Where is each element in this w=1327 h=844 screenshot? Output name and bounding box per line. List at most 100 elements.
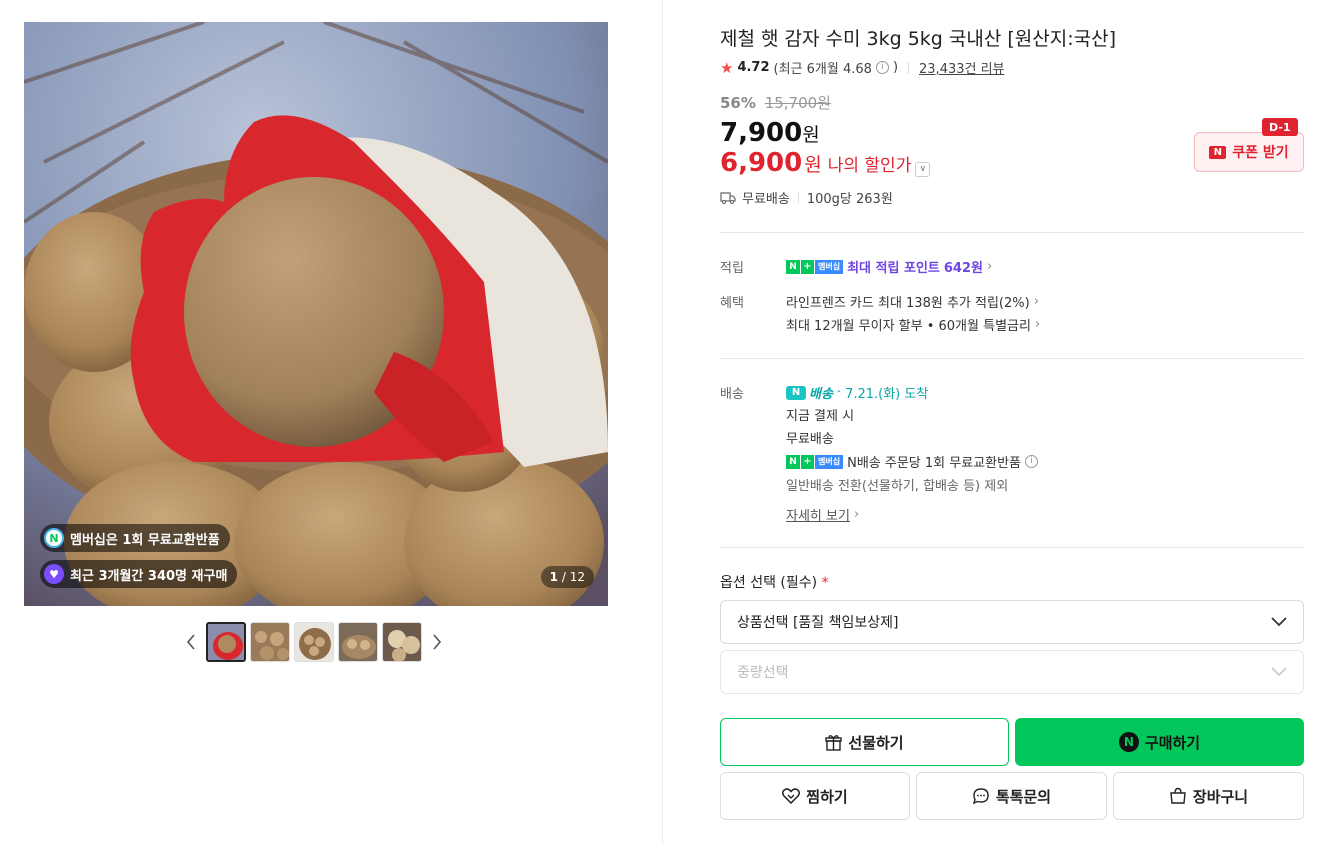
talk-button[interactable]: 톡톡문의 [916,772,1107,820]
chevron-left-icon [186,634,195,650]
info-icon[interactable]: i [1025,455,1039,468]
gift-icon [825,734,843,751]
details-link-text: 자세히 보기 [786,509,850,524]
cart-button[interactable]: 장바구니 [1113,772,1304,820]
chevron-right-icon [433,634,442,650]
product-select[interactable]: 상품선택 [품질 책임보상제] [720,600,1304,644]
info-icon[interactable]: i [875,61,889,74]
product-select-value: 상품선택 [품질 책임보상제] [737,615,899,631]
n-delivery-logo: N 배송 [786,383,833,402]
discount-percent: 56% [720,94,756,112]
divider [908,61,910,74]
installment-text: 최대 12개월 무이자 할부 • 60개월 특별금리 [786,319,1031,334]
thumbnail-5[interactable] [382,622,422,662]
thumbnail-3[interactable] [294,622,334,662]
dday-badge: D-1 [1262,118,1298,136]
star-icon: ★ [720,58,734,77]
weight-select-placeholder: 중량선택 [737,665,789,681]
option-label: 옵션 선택 (필수) * [720,572,829,592]
buy-button-label: 구매하기 [1144,733,1201,752]
sale-price: 7,900원 [720,118,820,148]
n-delivery-icon: N [786,385,806,400]
n-pay-icon: N [1118,732,1139,752]
sale-price-value: 7,900 [720,118,803,148]
card-benefit-row[interactable]: 라인프렌즈 카드 최대 138원 추가 적립(2%) › [786,292,1039,311]
membership-badge-text: 멤버십은 1회 무료교환반품 [70,532,220,548]
coupon-button[interactable]: N 쿠폰 받기 [1194,132,1304,172]
n-membership-icon: N [44,528,64,548]
recent-rating-close: ) [892,60,899,75]
repurchase-badge: ♥ 최근 3개월간 340명 재구매 [40,560,238,588]
coupon-label: 쿠폰 받기 [1232,145,1289,161]
section-divider [720,547,1304,548]
benefit-label: 혜택 [720,296,744,311]
image-counter-current: 1 [549,570,559,584]
points-value: 642원 [943,261,983,276]
delivery-dot: · [836,385,842,400]
my-discount-price[interactable]: 6,900 원 나의 할인가 ∨ [720,148,931,178]
card-benefit-text: 라인프렌즈 카드 최대 138원 추가 적립(2%) [786,296,1030,311]
delivery-line-2: 무료배송 [786,432,834,447]
membership-icon: N + 멤버십 [786,259,844,274]
buy-button[interactable]: N 구매하기 [1015,718,1304,766]
bag-icon [1170,787,1186,804]
delivery-label: 배송 [720,387,744,402]
talk-button-label: 톡톡문의 [995,787,1052,806]
gift-button-label: 선물하기 [848,733,904,752]
thumbnail-2[interactable] [250,622,290,662]
rating-score: 4.72 [737,60,770,75]
exchange-row: N + 멤버십 N배송 주문당 1회 무료교환반품 i [786,452,1039,471]
delivery-details-link[interactable]: 자세히 보기 › [786,505,859,524]
repurchase-badge-text: 최근 3개월간 340명 재구매 [70,568,228,584]
bag-icon: ♥ [44,564,64,584]
thumbnail-4[interactable] [338,622,378,662]
installment-row[interactable]: 최대 12개월 무이자 할부 • 60개월 특별금리 › [786,315,1040,334]
rating-row: ★ 4.72 (최근 6개월 4.68 i ) 23,433건 리뷰 [720,58,1005,78]
delivery-arrival-row: N 배송 · 7.21.(화) 도착 [786,383,928,402]
chat-icon [972,788,989,805]
main-product-image[interactable]: N 멤버십은 1회 무료교환반품 ♥ 최근 3개월간 340명 재구매 1 / … [24,22,608,606]
chevron-down-icon [1271,617,1287,627]
delivery-line-1: 지금 결제 시 [786,409,855,424]
shipping-summary: 무료배송 100g당 263원 [720,188,893,207]
free-shipping-text: 무료배송 [742,192,790,207]
my-price-value: 6,900 [720,148,803,178]
membership-badge: N 멤버십은 1회 무료교환반품 [40,524,230,552]
section-divider [720,358,1304,359]
sale-price-unit: 원 [802,124,820,146]
thumbnail-1[interactable] [206,622,246,662]
weight-select[interactable]: 중량선택 [720,650,1304,694]
points-label: 적립 [720,261,744,276]
exchange-text: N배송 주문당 1회 무료교환반품 [847,456,1022,471]
product-title: 제철 햇 감자 수미 3kg 5kg 국내산 [원산지:국산] [720,28,1117,50]
wish-button-label: 찜하기 [806,787,848,806]
gift-button[interactable]: 선물하기 [720,718,1009,766]
chevron-right-icon: › [1033,294,1039,309]
original-price: 15,700원 [764,94,831,112]
points-text: 최대 적립 포인트 [847,261,940,276]
points-row[interactable]: N + 멤버십 최대 적립 포인트 642원 › [786,257,992,276]
chevron-right-icon: › [986,259,993,274]
prev-thumb-button[interactable] [180,622,202,662]
thumbnail-strip [180,622,448,662]
chevron-down-icon [1271,667,1287,677]
membership-icon: N + 멤버십 [786,454,844,469]
next-thumb-button[interactable] [426,622,448,662]
discount-row: 56% 15,700원 [720,92,831,113]
chevron-right-icon: › [853,507,860,522]
potato-photo [24,22,608,606]
arrival-date: 7.21.(화) 도착 [845,387,929,402]
gallery-panel: N 멤버십은 1회 무료교환반품 ♥ 최근 3개월간 340명 재구매 1 / … [0,0,663,844]
chevron-down-icon[interactable]: ∨ [915,162,931,177]
unit-price-text: 100g당 263원 [806,192,893,207]
review-count-link[interactable]: 23,433건 리뷰 [919,58,1005,77]
image-counter: 1 / 12 [540,566,594,588]
wish-button[interactable]: 찜하기 [720,772,910,820]
option-label-text: 옵션 선택 (필수) [720,575,818,591]
truck-icon [720,192,736,204]
delivery-line-4: 일반배송 전환(선물하기, 합배송 등) 제외 [786,479,1009,494]
my-price-unit: 원 [804,154,822,176]
cart-button-label: 장바구니 [1192,787,1249,806]
image-counter-total: / 12 [561,570,585,584]
divider [797,192,799,203]
